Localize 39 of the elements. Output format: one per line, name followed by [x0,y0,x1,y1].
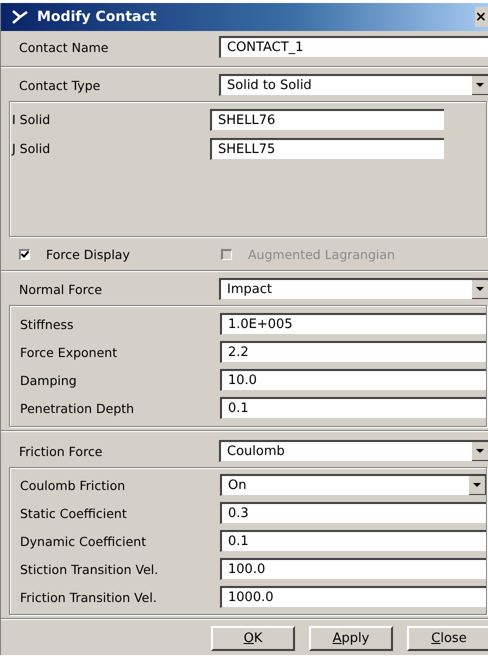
tool-icon [11,9,29,25]
checkbox-label: Force Display [46,246,130,262]
text-field[interactable]: 10.0 [220,369,486,391]
text-field[interactable]: SHELL76 [210,108,444,130]
text-field[interactable]: 0.3 [220,502,486,524]
checkbox-label: Augmented Lagrangian [248,246,395,262]
text-field[interactable]: 1.0E+005 [220,313,486,335]
text-field[interactable]: 0.1 [220,397,486,419]
dropdown-field[interactable]: Coulomb [219,440,488,462]
dropdown-field[interactable]: Solid to Solid [219,74,488,96]
dropdown-field[interactable]: On [220,474,486,496]
text-field[interactable]: SHELL75 [210,138,444,160]
field-label: Normal Force [19,282,104,296]
dialog-button[interactable]: OK [211,626,295,651]
field-label: Stiction Transition Vel. [20,562,160,576]
text-field[interactable]: 2.2 [220,341,486,363]
field-label: Stiffness [20,316,75,332]
close-button[interactable]: × [475,7,488,27]
dropdown-field[interactable]: Impact [219,278,488,300]
field-label: Friction Force [19,444,104,458]
text-field[interactable]: 1000.0 [220,586,486,608]
text-field[interactable]: 100.0 [220,558,486,580]
field-label: I Solid [12,112,52,127]
dialog-button[interactable]: Apply [309,626,393,651]
dialog-button[interactable]: Close [407,626,488,651]
field-label: Static Coefficient [20,506,128,520]
text-field[interactable]: CONTACT_1 [219,36,488,58]
window-title: Modify Contact [37,9,158,25]
checkbox[interactable] [19,248,30,260]
field-label: Dynamic Coefficient [20,534,148,548]
field-label: Damping [20,372,78,388]
field-label: Friction Transition Vel. [20,590,158,604]
text-field[interactable]: 0.1 [220,530,486,552]
field-label: Force Exponent [20,344,118,360]
field-label: Penetration Depth [20,400,136,416]
field-label: Coulomb Friction [20,478,126,492]
field-label: Contact Type [19,78,102,92]
field-label: J Solid [12,141,52,156]
field-label: Contact Name [19,40,110,54]
